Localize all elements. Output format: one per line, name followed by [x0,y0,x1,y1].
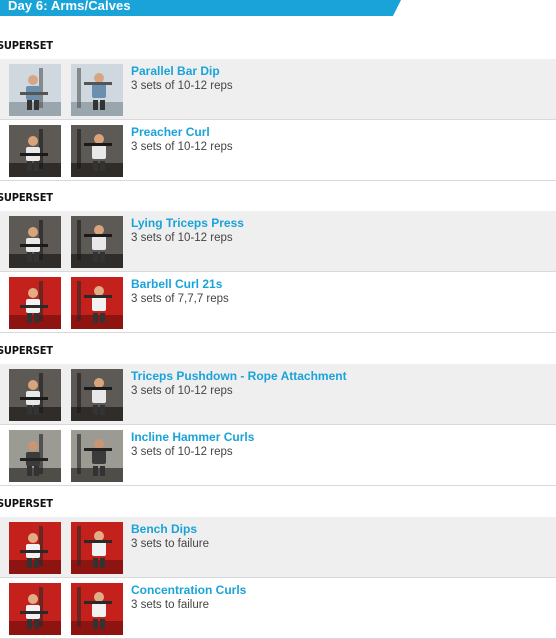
exercise-photo-end[interactable] [71,64,123,116]
exercise-sets: 3 sets of 10-12 reps [131,385,233,397]
exercise-sets: 3 sets of 10-12 reps [131,80,233,92]
superset-label: SUPERSET [0,497,53,510]
exercise-photo-end[interactable] [71,125,123,177]
day-title: Day 6: Arms/Calves [8,0,131,13]
exercise-name-link[interactable]: Parallel Bar Dip [131,64,220,78]
exercise-photo-end[interactable] [71,583,123,635]
exercise-row[interactable]: Barbell Curl 21s 3 sets of 7,7,7 reps [0,272,556,333]
exercise-sets: 3 sets of 10-12 reps [131,446,233,458]
exercise-row[interactable]: Incline Hammer Curls 3 sets of 10-12 rep… [0,425,556,486]
exercise-row[interactable]: Preacher Curl 3 sets of 10-12 reps [0,120,556,181]
exercise-photo-start[interactable] [9,369,61,421]
exercise-photo-end[interactable] [71,216,123,268]
exercise-photo-start[interactable] [9,125,61,177]
exercise-sets: 3 sets of 7,7,7 reps [131,293,229,305]
exercise-name-link[interactable]: Preacher Curl [131,125,210,139]
superset-heading: SUPERSET [0,181,556,212]
exercise-sets: 3 sets of 10-12 reps [131,232,233,244]
exercise-photo-start[interactable] [9,64,61,116]
exercise-name-link[interactable]: Concentration Curls [131,583,246,597]
exercise-name-link[interactable]: Triceps Pushdown - Rope Attachment [131,369,347,383]
exercise-sets: 3 sets to failure [131,599,209,611]
exercise-photo-start[interactable] [9,216,61,268]
exercise-photo-end[interactable] [71,369,123,421]
exercise-name-link[interactable]: Barbell Curl 21s [131,277,222,291]
exercise-sets: 3 sets of 10-12 reps [131,141,233,153]
exercise-photo-end[interactable] [71,430,123,482]
superset-label: SUPERSET [0,191,53,204]
exercise-name-link[interactable]: Lying Triceps Press [131,216,244,230]
exercise-row[interactable]: Bench Dips 3 sets to failure [0,517,556,578]
exercise-sets: 3 sets to failure [131,538,209,550]
exercise-photo-start[interactable] [9,522,61,574]
exercise-photo-start[interactable] [9,583,61,635]
exercise-photo-end[interactable] [71,522,123,574]
exercise-photo-start[interactable] [9,277,61,329]
exercise-photo-end[interactable] [71,277,123,329]
superset-label: SUPERSET [0,39,53,52]
superset-heading: SUPERSET [0,487,556,518]
exercise-row[interactable]: Triceps Pushdown - Rope Attachment 3 set… [0,364,556,425]
superset-label: SUPERSET [0,344,53,357]
exercise-row[interactable]: Lying Triceps Press 3 sets of 10-12 reps [0,211,556,272]
superset-heading: SUPERSET [0,29,556,60]
day-header: Day 6: Arms/Calves [0,0,401,16]
exercise-name-link[interactable]: Incline Hammer Curls [131,430,254,444]
exercise-photo-start[interactable] [9,430,61,482]
exercise-name-link[interactable]: Bench Dips [131,522,197,536]
superset-heading: SUPERSET [0,334,556,365]
exercise-row[interactable]: Parallel Bar Dip 3 sets of 10-12 reps [0,59,556,120]
exercise-row[interactable]: Concentration Curls 3 sets to failure [0,578,556,639]
